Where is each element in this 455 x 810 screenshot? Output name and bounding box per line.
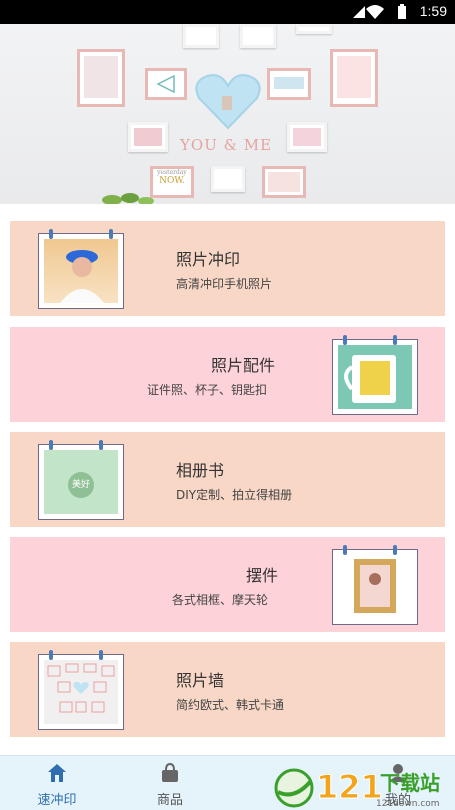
card-photo-wall[interactable]: 照片墙 简约欧式、韩式卡通 (10, 642, 445, 737)
picture-frame-icon (354, 559, 396, 613)
card-photo (38, 650, 124, 730)
battery-icon (398, 4, 406, 19)
card-title: 照片配件 (211, 356, 276, 375)
person-photo-icon (60, 250, 104, 303)
card-photo (332, 335, 418, 415)
photo-frame (330, 49, 378, 107)
photo-frame (211, 166, 245, 192)
card-title: 相册书 (176, 461, 225, 480)
card-subtitle: 简约欧式、韩式卡通 (176, 698, 285, 712)
card-photo: 美好 (38, 440, 124, 520)
photo-wall-icon (47, 663, 115, 713)
watermark-url: 121down.com (376, 799, 440, 809)
nav-label: 商品 (156, 793, 183, 808)
card-subtitle: 各式相框、摩天轮 (172, 593, 269, 607)
photo-frame (77, 49, 125, 107)
status-bar: 1:59 (0, 0, 455, 24)
heart-frame (195, 72, 261, 134)
card-subtitle: DIY定制、拍立得相册 (176, 488, 293, 502)
photo-frame (267, 68, 311, 100)
card-title: 照片墙 (176, 671, 225, 690)
photo-frame (296, 24, 332, 34)
card-photo-album[interactable]: 美好 相册书 DIY定制、拍立得相册 (10, 432, 445, 527)
card-title: 摆件 (246, 566, 279, 585)
card-photo-accessories[interactable]: 照片配件 证件照、杯子、钥匙扣 (10, 327, 445, 422)
banner-title: YOU & ME (180, 136, 273, 154)
clock: 1:59 (419, 3, 447, 19)
plant-icon (102, 193, 154, 204)
card-photo (38, 229, 124, 309)
mug-icon (344, 355, 396, 403)
bag-icon (162, 763, 178, 782)
card-photo (332, 545, 418, 625)
wifi-icon (366, 5, 384, 19)
photo-frame (262, 166, 306, 198)
photo-frame (145, 68, 187, 100)
nav-item-quick-print[interactable]: 速冲印 (22, 756, 92, 810)
watermark: 121 下载站 121down.com (268, 760, 455, 810)
photo-frame (128, 122, 168, 152)
card-ornaments[interactable]: 摆件 各式相框、摩天轮 (10, 537, 445, 632)
card-photo-printing[interactable]: 照片冲印 高清冲印手机照片 (10, 221, 445, 316)
card-title: 照片冲印 (176, 250, 241, 269)
watermark-text: 下载站 (380, 771, 440, 795)
photo-frame (287, 122, 327, 152)
nav-label: 速冲印 (37, 793, 77, 808)
card-subtitle: 证件照、杯子、钥匙扣 (147, 383, 268, 397)
banner[interactable]: YOU & ME yesterday NOW. (0, 24, 455, 204)
card-subtitle: 高清冲印手机照片 (176, 277, 273, 291)
photo-frame (183, 24, 219, 48)
photo-frame (240, 24, 276, 48)
nav-item-products[interactable]: 商品 (135, 756, 205, 810)
watermark-logo-icon: 121 下载站 121down.com (274, 768, 440, 809)
home-icon (48, 764, 66, 782)
album-cover-text: 美好 (68, 472, 94, 498)
watermark-number: 121 (316, 768, 383, 806)
